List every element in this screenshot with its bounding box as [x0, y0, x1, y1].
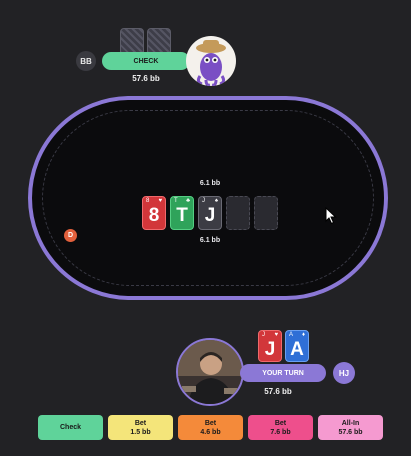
action-label: Check [59, 424, 81, 431]
action-label: Bet [204, 419, 217, 427]
bet-small-button[interactable]: Bet 1.5 bb [108, 415, 173, 440]
action-amount: 7.6 bb [270, 428, 291, 436]
hero-card: A ♦ A [285, 330, 309, 362]
hero-stack: 57.6 bb [264, 387, 292, 396]
bet-large-button[interactable]: Bet 7.6 bb [248, 415, 313, 440]
action-amount: 4.6 bb [200, 428, 221, 436]
board-card-empty [226, 196, 250, 230]
check-button[interactable]: Check [38, 415, 103, 440]
hero-avatar [176, 338, 244, 406]
action-label: Bet [274, 419, 287, 427]
opponent-position-badge: BB [76, 51, 96, 71]
board-card-empty [254, 196, 278, 230]
action-amount: 1.5 bb [130, 428, 151, 436]
dealer-button: D [64, 229, 77, 242]
hero-card: J ♥ J [258, 330, 282, 362]
your-turn-indicator: YOUR TURN [240, 364, 326, 382]
all-in-button[interactable]: All-In 57.6 bb [318, 415, 383, 440]
opponent-avatar-icon [196, 40, 226, 86]
action-label: All-In [341, 419, 360, 427]
mouse-cursor-icon [325, 207, 337, 225]
opponent-action-pill: CHECK [102, 52, 190, 70]
action-label: Bet [134, 419, 147, 427]
board-card: J ♠ J [198, 196, 222, 230]
hero-avatar-photo [178, 340, 242, 404]
pot-amount: 6.1 bb [199, 180, 221, 187]
board-card: T ♣ T [170, 196, 194, 230]
opponent-avatar [186, 36, 236, 86]
opponent-stack: 57.6 bb [132, 74, 160, 83]
pot-amount-bottom: 6.1 bb [199, 237, 221, 244]
board-card: 8 ♥ 8 [142, 196, 166, 230]
action-amount: 57.6 bb [338, 428, 363, 436]
hero-position-badge: HJ [333, 362, 355, 384]
bet-medium-button[interactable]: Bet 4.6 bb [178, 415, 243, 440]
